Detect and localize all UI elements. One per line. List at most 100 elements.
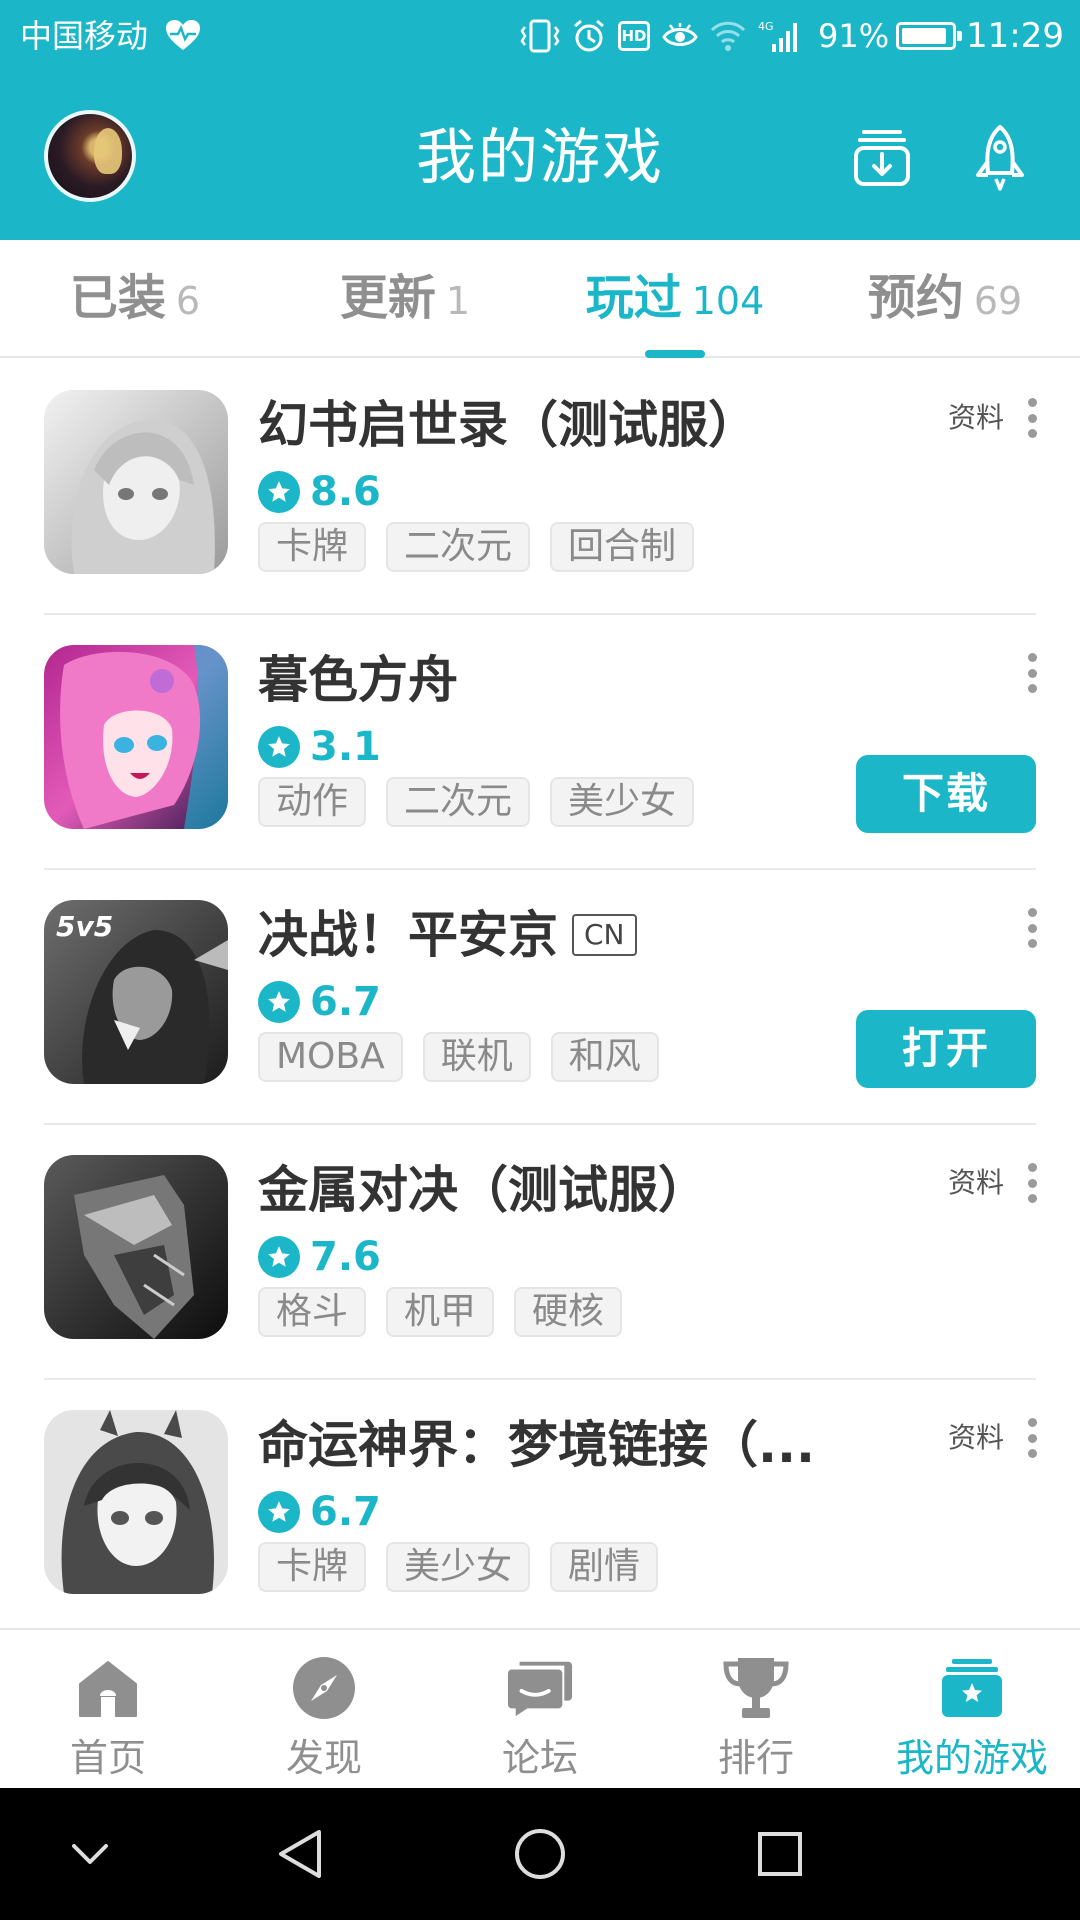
- tag[interactable]: 联机: [422, 1032, 531, 1082]
- game-icon[interactable]: [44, 645, 228, 829]
- region-badge: CN: [572, 914, 637, 956]
- tab-label: 已装: [69, 270, 166, 326]
- tab-reserved[interactable]: 预约 69: [810, 268, 1080, 328]
- game-title[interactable]: 幻书启世录（测试服）: [258, 392, 758, 458]
- download-button[interactable]: 下载: [856, 755, 1036, 833]
- tag[interactable]: 动作: [258, 777, 367, 827]
- rating-value: 7.6: [310, 1234, 381, 1280]
- hd-icon: HD: [618, 21, 650, 51]
- list-item[interactable]: 5v5 决战！平安京 CN 6.7 MOBA 联机 和风 打开: [0, 870, 1080, 1125]
- tag[interactable]: 硬核: [514, 1287, 623, 1337]
- svg-text:5v5: 5v5: [56, 910, 113, 943]
- info-link[interactable]: 资料: [948, 398, 1004, 438]
- open-button[interactable]: 打开: [856, 1010, 1036, 1088]
- more-options-button[interactable]: [1020, 1157, 1044, 1209]
- home-icon: [74, 1654, 142, 1722]
- tab-count: 6: [175, 279, 201, 323]
- tag-list: 卡牌 美少女 剧情: [258, 1542, 659, 1592]
- tab-bar: 已装 6 更新 1 玩过 104 预约 69: [0, 240, 1080, 358]
- more-options-button[interactable]: [1020, 647, 1044, 699]
- rating: 8.6: [258, 468, 381, 516]
- nav-discover[interactable]: 发现: [216, 1630, 432, 1790]
- tab-updates[interactable]: 更新 1: [270, 268, 540, 328]
- download-tray-icon: [854, 130, 910, 186]
- list-item[interactable]: 命运神界：梦境链接（... 6.7 卡牌 美少女 剧情 资料: [0, 1380, 1080, 1628]
- nav-home[interactable]: 首页: [0, 1630, 216, 1790]
- carrier-label: 中国移动: [20, 17, 149, 55]
- tag[interactable]: 和风: [550, 1032, 659, 1082]
- active-tab-indicator: [645, 350, 705, 358]
- tag[interactable]: 卡牌: [258, 1542, 367, 1592]
- back-button[interactable]: [264, 1818, 336, 1890]
- home-circle-icon: [515, 1829, 565, 1879]
- back-chevron-icon: [72, 1844, 108, 1864]
- hide-keyboard-button[interactable]: [54, 1818, 126, 1890]
- nav-ranking[interactable]: 排行: [648, 1630, 864, 1790]
- compass-icon: [290, 1654, 358, 1722]
- star-icon: [258, 726, 300, 768]
- list-item[interactable]: 暮色方舟 3.1 动作 二次元 美少女 下载: [0, 615, 1080, 870]
- tab-count: 69: [973, 279, 1023, 323]
- nav-label: 论坛: [501, 1736, 578, 1780]
- list-item[interactable]: 幻书启世录（测试服） 8.6 卡牌 二次元 回合制 资料: [0, 360, 1080, 615]
- star-icon: [258, 1491, 300, 1533]
- game-title[interactable]: 命运神界：梦境链接（...: [258, 1412, 815, 1478]
- more-options-button[interactable]: [1020, 1412, 1044, 1464]
- svg-text:4G: 4G: [758, 20, 774, 33]
- nav-label: 排行: [717, 1736, 794, 1780]
- alarm-icon: [574, 19, 604, 52]
- tab-count: 1: [445, 279, 471, 323]
- tag[interactable]: 二次元: [386, 777, 531, 827]
- tag-list: MOBA 联机 和风: [258, 1032, 659, 1082]
- trophy-icon: [722, 1654, 790, 1722]
- tag-list: 卡牌 二次元 回合制: [258, 522, 695, 572]
- tag[interactable]: 美少女: [550, 777, 695, 827]
- recents-button[interactable]: [744, 1818, 816, 1890]
- rocket-button[interactable]: [960, 118, 1040, 198]
- rating-value: 6.7: [310, 1489, 381, 1535]
- rating: 6.7: [258, 1488, 381, 1536]
- star-icon: [258, 471, 300, 513]
- system-nav-bar: [0, 1788, 1080, 1920]
- tag[interactable]: 格斗: [258, 1287, 367, 1337]
- game-title[interactable]: 暮色方舟: [258, 647, 458, 713]
- game-icon[interactable]: 5v5: [44, 900, 228, 1084]
- tag[interactable]: 机甲: [386, 1287, 495, 1337]
- tag[interactable]: 回合制: [550, 522, 695, 572]
- nav-label: 首页: [69, 1736, 146, 1780]
- more-options-button[interactable]: [1020, 902, 1044, 954]
- game-list[interactable]: 幻书启世录（测试服） 8.6 卡牌 二次元 回合制 资料 暮色方舟 3.1 动作…: [0, 360, 1080, 1628]
- info-link[interactable]: 资料: [948, 1163, 1004, 1203]
- rocket-icon: [976, 125, 1024, 191]
- rating-value: 8.6: [310, 469, 381, 515]
- tag[interactable]: 剧情: [550, 1542, 659, 1592]
- game-title[interactable]: 金属对决（测试服）: [258, 1157, 708, 1223]
- tag[interactable]: 二次元: [386, 522, 531, 572]
- list-item[interactable]: 金属对决（测试服） 7.6 格斗 机甲 硬核 资料: [0, 1125, 1080, 1380]
- tab-installed[interactable]: 已装 6: [0, 268, 270, 328]
- game-icon[interactable]: [44, 1410, 228, 1594]
- game-icon[interactable]: [44, 390, 228, 574]
- signal-icon: 4G: [758, 20, 797, 52]
- nav-forum[interactable]: 论坛: [432, 1630, 648, 1790]
- game-title[interactable]: 决战！平安京 CN: [258, 902, 637, 968]
- more-options-button[interactable]: [1020, 392, 1044, 444]
- tab-count: 104: [691, 279, 765, 323]
- nav-label: 发现: [285, 1736, 362, 1780]
- info-link[interactable]: 资料: [948, 1418, 1004, 1458]
- tab-label: 预约: [867, 270, 964, 326]
- avatar[interactable]: [44, 110, 136, 202]
- nav-label: 我的游戏: [895, 1736, 1048, 1780]
- top-bar: 中国移动 HD 4G 91% 11:29 我的游戏: [0, 0, 1080, 240]
- tag[interactable]: 卡牌: [258, 522, 367, 572]
- nav-my-games[interactable]: 我的游戏: [864, 1630, 1080, 1790]
- page-title: 我的游戏: [416, 123, 664, 193]
- tag[interactable]: MOBA: [258, 1032, 403, 1082]
- download-manager-button[interactable]: [842, 118, 922, 198]
- home-button[interactable]: [504, 1818, 576, 1890]
- tag[interactable]: 美少女: [386, 1542, 531, 1592]
- rating-value: 6.7: [310, 979, 381, 1025]
- tab-played[interactable]: 玩过 104: [540, 268, 810, 328]
- game-icon[interactable]: [44, 1155, 228, 1339]
- vibrate-icon: [520, 19, 560, 53]
